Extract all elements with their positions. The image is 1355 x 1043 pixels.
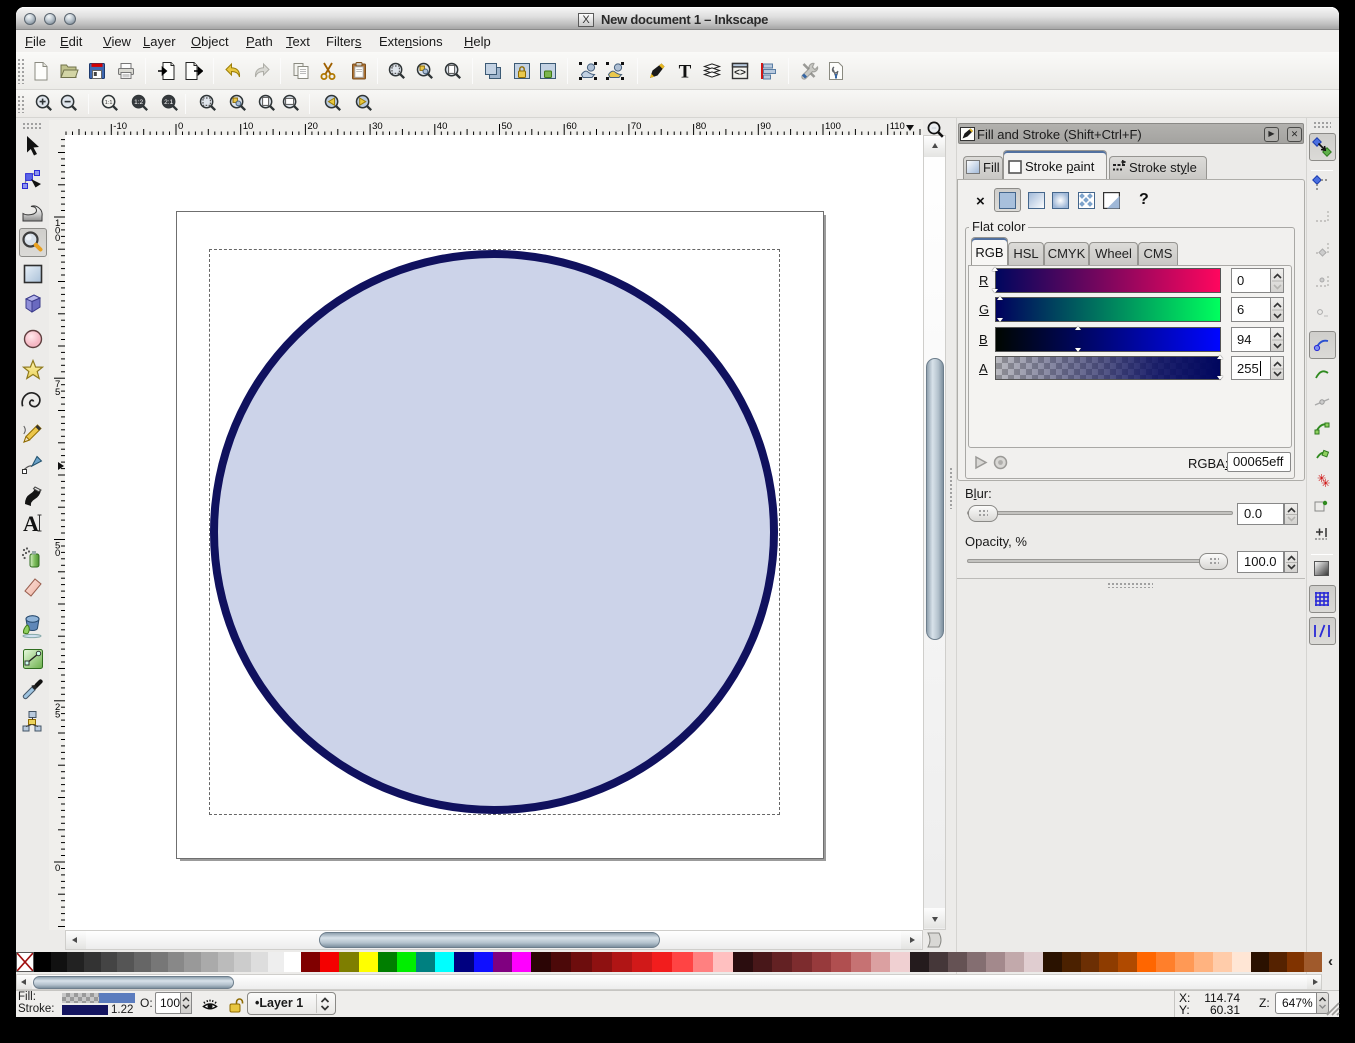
- svg-text:✳: ✳: [1321, 478, 1330, 490]
- svg-text:1:2: 1:2: [134, 99, 143, 106]
- svg-text:110: 110: [890, 121, 905, 132]
- svg-text:40: 40: [437, 121, 448, 132]
- svg-text:T: T: [679, 62, 692, 82]
- svg-text:5: 5: [55, 709, 60, 720]
- svg-text:10: 10: [243, 121, 254, 132]
- svg-text:1:1: 1:1: [105, 100, 113, 106]
- svg-text:30: 30: [372, 121, 383, 132]
- svg-text:A: A: [23, 512, 39, 536]
- svg-text:60: 60: [566, 121, 577, 132]
- svg-text:5: 5: [55, 387, 60, 398]
- svg-text:80: 80: [696, 121, 707, 132]
- svg-text:90: 90: [760, 121, 771, 132]
- svg-text:0: 0: [55, 548, 60, 559]
- svg-text:100: 100: [825, 121, 841, 132]
- svg-text:0: 0: [55, 863, 60, 874]
- svg-text:0: 0: [55, 233, 60, 244]
- svg-text:70: 70: [631, 121, 642, 132]
- svg-text:50: 50: [502, 121, 513, 132]
- svg-text:20: 20: [307, 121, 318, 132]
- svg-text:0: 0: [178, 121, 183, 132]
- svg-text:2:1: 2:1: [164, 99, 173, 106]
- svg-text:<>: <>: [734, 68, 746, 79]
- svg-text:-10: -10: [113, 121, 127, 132]
